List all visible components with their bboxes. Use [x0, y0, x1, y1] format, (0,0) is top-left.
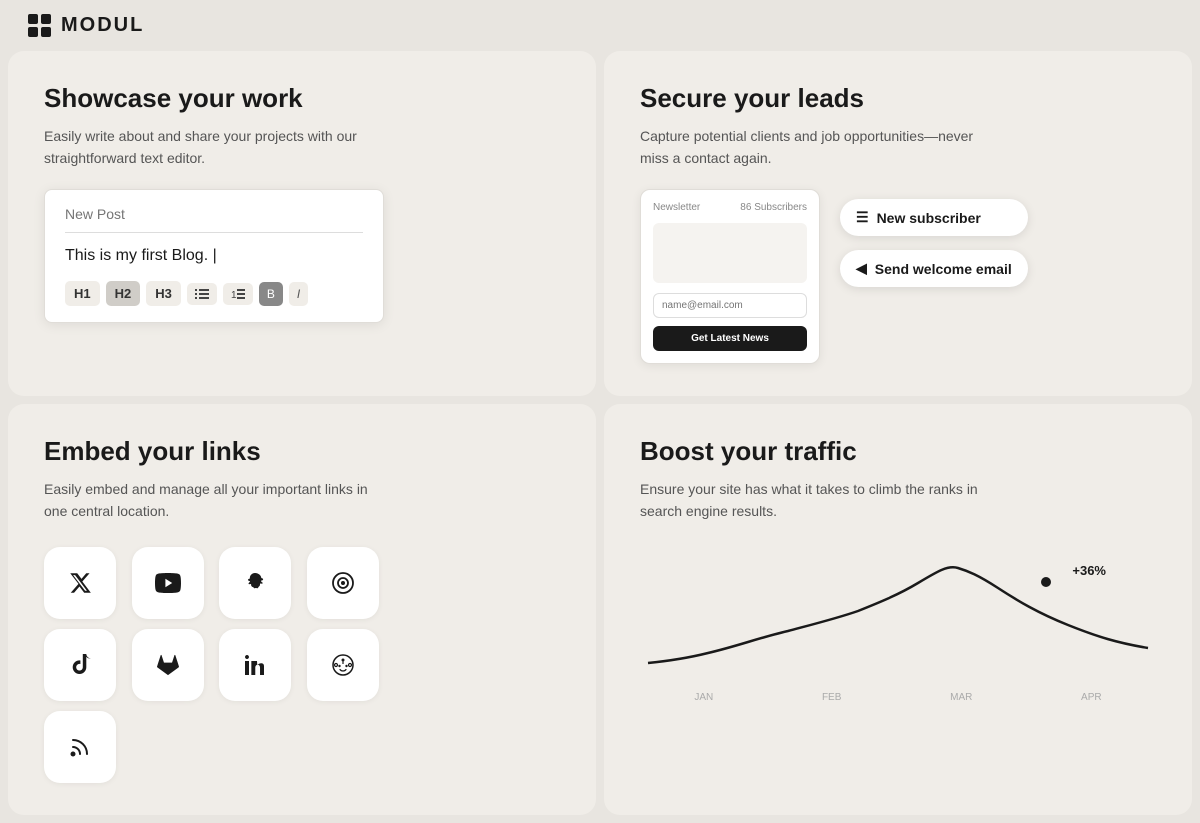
links-desc: Easily embed and manage all your importa… — [44, 479, 384, 522]
chart-svg — [640, 553, 1156, 683]
leads-desc: Capture potential clients and job opport… — [640, 126, 980, 169]
editor-mockup: This is my first Blog. | H1 H2 H3 — [44, 189, 384, 323]
traffic-desc: Ensure your site has what it takes to cl… — [640, 479, 980, 522]
leads-title: Secure your leads — [640, 83, 1156, 114]
links-title: Embed your links — [44, 436, 560, 467]
h1-button[interactable]: H1 — [65, 281, 100, 306]
newsletter-list-area — [653, 223, 807, 283]
social-icons-grid — [44, 547, 384, 783]
social-x-button[interactable] — [44, 547, 116, 619]
social-youtube-button[interactable] — [132, 547, 204, 619]
send-email-label: Send welcome email — [875, 261, 1012, 277]
list-badge-icon: ☰ — [856, 209, 869, 226]
features-grid: Showcase your work Easily write about an… — [0, 51, 1200, 823]
social-linkedin-button[interactable] — [219, 629, 291, 701]
traffic-card: Boost your traffic Ensure your site has … — [604, 404, 1192, 814]
newsletter-email-input[interactable] — [653, 293, 807, 318]
logo-text: MODUL — [61, 14, 144, 37]
traffic-title: Boost your traffic — [640, 436, 1156, 467]
ordered-list-button[interactable]: 1. — [223, 283, 253, 305]
social-gitlab-button[interactable] — [132, 629, 204, 701]
editor-title-field[interactable] — [65, 206, 363, 233]
newsletter-mockup: Newsletter 86 Subscribers Get Latest New… — [640, 189, 820, 364]
chart-month-jan: JAN — [694, 692, 713, 703]
h2-button[interactable]: H2 — [106, 281, 141, 306]
editor-content: This is my first Blog. | — [65, 247, 363, 265]
newsletter-header: Newsletter 86 Subscribers — [653, 202, 807, 213]
links-card: Embed your links Easily embed and manage… — [8, 404, 596, 814]
italic-button[interactable]: I — [289, 282, 308, 306]
leads-card: Secure your leads Capture potential clie… — [604, 51, 1192, 396]
showcase-desc: Easily write about and share your projec… — [44, 126, 384, 169]
chart-month-apr: APR — [1081, 692, 1102, 703]
h3-button[interactable]: H3 — [146, 281, 181, 306]
showcase-card: Showcase your work Easily write about an… — [8, 51, 596, 396]
new-subscriber-badge: ☰ New subscriber — [840, 199, 1028, 236]
list-button[interactable] — [187, 283, 217, 305]
send-badge-icon: ◀ — [856, 260, 867, 277]
social-reddit-button[interactable] — [307, 629, 379, 701]
chart-month-feb: FEB — [822, 692, 841, 703]
leads-area: Newsletter 86 Subscribers Get Latest New… — [640, 189, 1156, 364]
floating-badges: ☰ New subscriber ◀ Send welcome email — [840, 189, 1028, 287]
social-tiktok-button[interactable] — [44, 629, 116, 701]
new-subscriber-label: New subscriber — [877, 210, 981, 226]
editor-toolbar: H1 H2 H3 1. — [65, 281, 363, 306]
bold-button[interactable]: B — [259, 282, 283, 306]
header: MODUL — [0, 0, 1200, 51]
newsletter-cta-button[interactable]: Get Latest News — [653, 326, 807, 351]
newsletter-label: Newsletter — [653, 202, 700, 213]
send-email-badge: ◀ Send welcome email — [840, 250, 1028, 287]
showcase-title: Showcase your work — [44, 83, 560, 114]
social-camera-button[interactable] — [307, 547, 379, 619]
logo-icon — [28, 14, 51, 37]
newsletter-subscribers: 86 Subscribers — [740, 202, 807, 213]
social-snapchat-button[interactable] — [219, 547, 291, 619]
social-rss-button[interactable] — [44, 711, 116, 783]
chart-month-mar: MAR — [950, 692, 972, 703]
chart-axis: JAN FEB MAR APR — [640, 692, 1156, 703]
